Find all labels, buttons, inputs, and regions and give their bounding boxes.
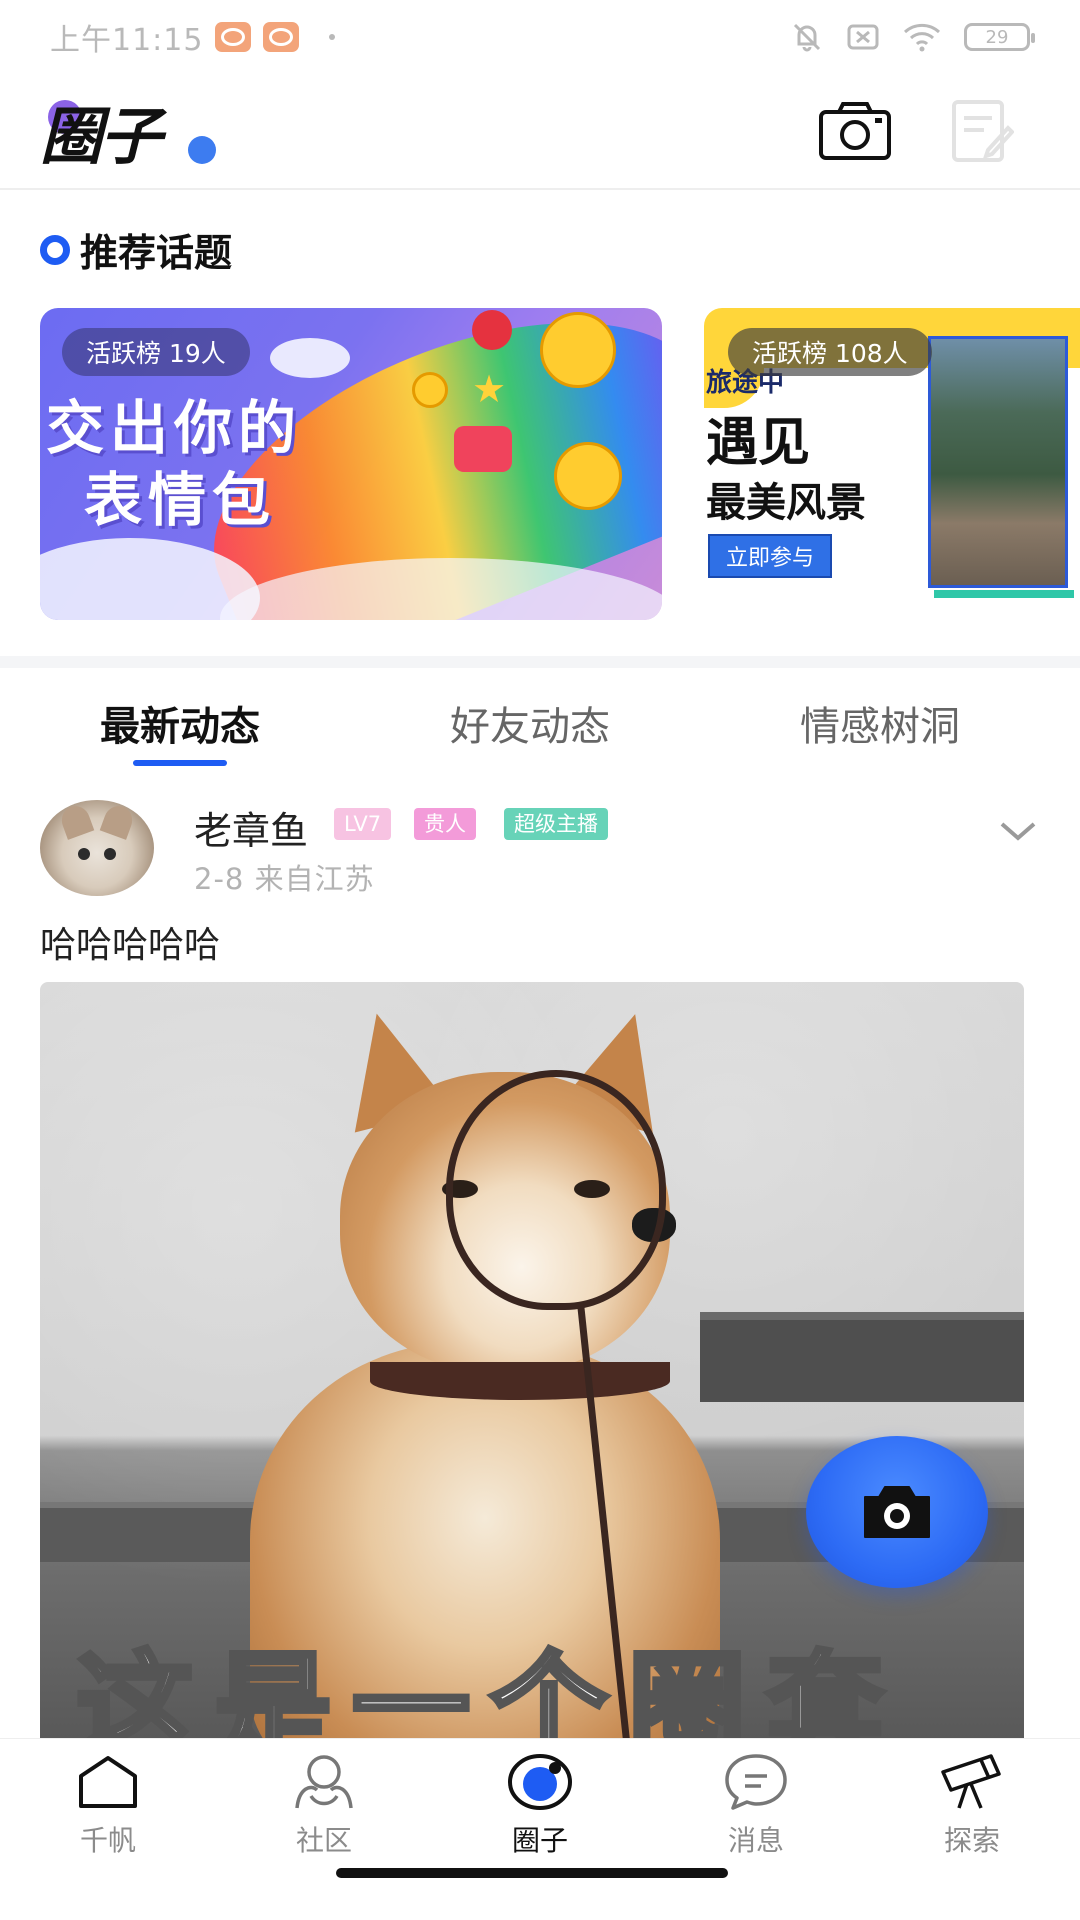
- avatar-ear: [99, 802, 137, 840]
- sim-off-icon: [847, 24, 879, 50]
- topic-title-line1: 交出你的: [46, 394, 303, 462]
- active-rank-badge: 活跃榜 108人: [728, 328, 932, 376]
- header-actions: [816, 92, 1020, 170]
- meme-caption: 这是一个圈套: [73, 1637, 905, 1739]
- join-now-button[interactable]: 立即参与: [708, 534, 833, 578]
- heart-sticker-icon: [454, 426, 512, 472]
- status-bar: 上午11:15 29: [0, 0, 1080, 74]
- logo-text: 圈子: [40, 100, 162, 173]
- ring-bullet-icon: [40, 234, 70, 265]
- post-meta: 2-8 来自江苏: [194, 862, 375, 896]
- mute-icon: [793, 23, 821, 52]
- dog-collar: [370, 1362, 670, 1400]
- community-icon: [289, 1749, 359, 1815]
- active-tab-indicator: [133, 760, 227, 766]
- camera-icon: [864, 1486, 930, 1538]
- tab-label: 情感树洞: [800, 704, 960, 750]
- nav-label: 千帆: [79, 1824, 136, 1857]
- star-icon: ★: [472, 367, 507, 411]
- active-rank-badge: 活跃榜 19人: [62, 328, 250, 376]
- landscape-photo-edge: [934, 590, 1074, 598]
- circle-icon: [505, 1749, 575, 1815]
- cloud-decoration: [270, 338, 350, 378]
- app-header: 圈子: [0, 74, 1080, 190]
- avatar-eye: [104, 848, 116, 860]
- nav-item-community[interactable]: 社区: [216, 1739, 432, 1920]
- home-icon: [73, 1749, 143, 1815]
- avatar[interactable]: [40, 800, 154, 896]
- grin-emoji-icon: [554, 442, 622, 510]
- section-divider: [0, 656, 1080, 668]
- topic-card-title: 交出你的 表情包: [46, 392, 302, 536]
- avatar-eye: [78, 848, 90, 860]
- nav-label: 探索: [943, 1824, 1000, 1857]
- topic-card-emoji[interactable]: ★ 活跃榜 19人 交出你的 表情包: [40, 308, 662, 620]
- laughing-emoji-icon: [540, 312, 616, 388]
- nav-item-messages[interactable]: 消息: [648, 1739, 864, 1920]
- edit-note-icon: [952, 100, 1014, 162]
- tab-emotion-treehole[interactable]: 情感树洞: [700, 684, 1060, 774]
- more-notifications-dot: [329, 34, 336, 40]
- weibo-notification-icon-2: [263, 22, 300, 52]
- feed-tabs: 最新动态 好友动态 情感树洞: [0, 684, 1080, 774]
- section-title-text: 推荐话题: [80, 231, 233, 275]
- battery-level: 29: [985, 26, 1009, 48]
- post-text: 哈哈哈哈哈: [40, 925, 221, 966]
- tab-label: 好友动态: [450, 704, 610, 750]
- bottom-navigation: 千帆 社区 圈子 消息 探索: [0, 1738, 1080, 1920]
- vip-badge: 贵人: [414, 808, 476, 840]
- tab-label: 最新动态: [100, 704, 260, 750]
- nav-label: 社区: [295, 1824, 352, 1857]
- topic-title-mid: 最美风景: [706, 480, 866, 526]
- wifi-icon: [903, 23, 941, 52]
- post-username[interactable]: 老章鱼: [194, 800, 308, 855]
- nav-item-explore[interactable]: 探索: [864, 1739, 1080, 1920]
- logo-dot-blue: [188, 136, 216, 164]
- stone-ledge: [700, 1312, 1024, 1402]
- telescope-icon: [937, 1749, 1007, 1815]
- edit-post-button[interactable]: [942, 92, 1020, 170]
- nav-label: 消息: [727, 1824, 784, 1857]
- super-host-badge: 超级主播: [504, 808, 608, 840]
- weibo-notification-icon: [215, 22, 252, 52]
- small-emoji-icon: [412, 372, 448, 408]
- topic-title-big: 遇见: [706, 413, 811, 473]
- topic-title-line2: 表情包: [84, 466, 277, 534]
- home-indicator[interactable]: [336, 1868, 728, 1878]
- nav-item-circle[interactable]: 圈子: [432, 1739, 648, 1920]
- recommended-topics-title: 推荐话题: [40, 222, 232, 277]
- post-header: 老章鱼 LV7 贵人 超级主播 2-8 来自江苏: [40, 800, 1040, 896]
- tab-friends[interactable]: 好友动态: [360, 684, 700, 774]
- message-icon: [721, 1749, 791, 1815]
- level-badge: LV7: [334, 808, 392, 840]
- avatar-ear: [57, 802, 95, 840]
- status-time: 上午11:15: [50, 23, 204, 58]
- floating-camera-button[interactable]: [806, 1436, 988, 1588]
- red-ball-icon: [472, 310, 512, 350]
- status-right: 29: [790, 20, 1035, 54]
- tab-latest[interactable]: 最新动态: [0, 684, 360, 774]
- battery-indicator: 29: [964, 23, 1035, 51]
- app-logo: 圈子: [40, 86, 216, 176]
- camera-button[interactable]: [816, 92, 894, 170]
- topic-card-scenery[interactable]: 活跃榜 108人 旅途中 遇见 最美风景 立即参与: [704, 308, 1080, 620]
- camera-icon: [819, 102, 891, 160]
- nav-item-qianfan[interactable]: 千帆: [0, 1739, 216, 1920]
- nav-label: 圈子: [511, 1824, 568, 1857]
- leash-loop: [446, 1070, 666, 1310]
- chevron-down-icon[interactable]: [996, 814, 1040, 850]
- topic-carousel[interactable]: ★ 活跃榜 19人 交出你的 表情包 活跃榜 108人 旅途中 遇见 最美风景 …: [40, 308, 1080, 620]
- post-image[interactable]: 这是一个圈套: [40, 982, 1024, 1738]
- landscape-photo: [928, 336, 1068, 588]
